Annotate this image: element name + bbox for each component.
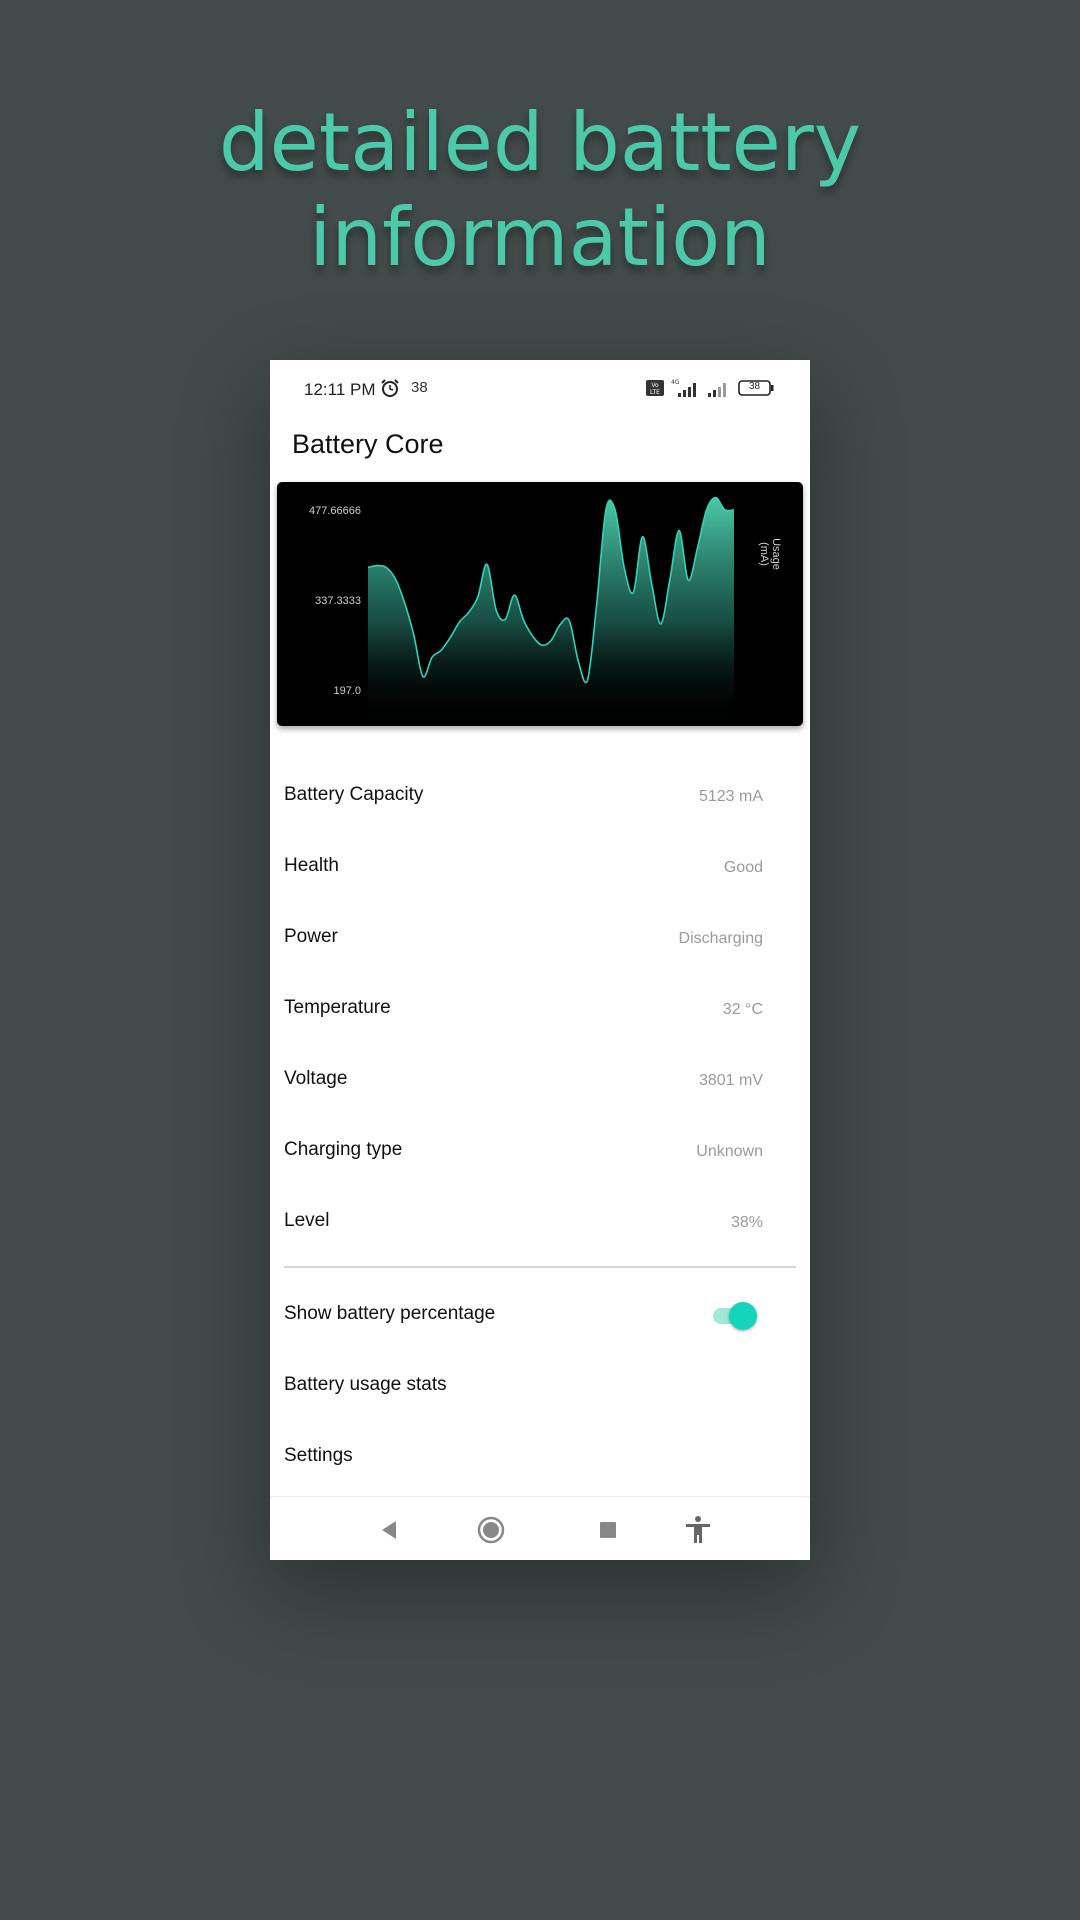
battery-usage-chart: 477.66666 337.3333 197.0 Usage (mA) [277,482,803,726]
battery-info-list: Battery Capacity 5123 mA Health Good Power Di… [270,760,810,1257]
y-axis-ticks: 477.66666 337.3333 197.0 [309,505,361,697]
battery-icon: 38 [738,380,774,396]
phone-screen: 12:11 PM 38 Vo LTE 4G 38 Battery Core 47… [270,360,810,1560]
info-row: Voltage 3801 mV [270,1044,810,1115]
info-row-label: Health [284,855,339,876]
y-axis-label-line-2: (mA) [758,542,770,566]
info-row-label: Temperature [284,997,391,1018]
info-row-value: Unknown [696,1143,763,1160]
home-icon[interactable] [476,1515,506,1545]
info-row-value: 5123 mA [698,788,763,805]
usage-area [368,497,734,726]
alarm-icon [380,378,400,398]
info-row-label: Power [284,926,338,947]
battery-usage-stats-label: Battery usage stats [284,1374,447,1395]
volte-icon: Vo LTE [646,380,664,396]
signal-icon [706,378,732,398]
app-title: Battery Core [292,429,444,459]
y-tick-label: 337.3333 [315,595,361,607]
accessibility-icon[interactable] [683,1515,713,1545]
info-row: Power Discharging [270,902,810,973]
y-tick-label: 477.66666 [309,505,361,517]
info-row-value: 38% [730,1214,763,1231]
info-row: Charging type Unknown [270,1115,810,1186]
settings-label: Settings [284,1445,353,1466]
info-row: Level 38% [270,1186,810,1257]
info-row-label: Battery Capacity [284,784,424,805]
show-battery-percentage-row[interactable]: Show battery percentage [270,1279,810,1350]
settings-list: Show battery percentage Battery usage st… [270,1279,810,1492]
y-axis-label-line-1: Usage [770,538,782,570]
settings-row[interactable]: Settings [270,1421,810,1492]
headline-line-2: information [309,191,771,284]
section-divider [284,1266,796,1268]
navigation-bar [270,1496,810,1561]
signal-4g-icon: 4G [670,378,700,398]
notification-count: 38 [411,379,428,396]
info-row-value: Discharging [678,930,763,947]
info-row: Battery Capacity 5123 mA [270,760,810,831]
info-row-value: 3801 mV [698,1072,763,1089]
battery-level-text: 38 [748,381,761,392]
back-icon[interactable] [374,1515,404,1545]
status-icons: Vo LTE 4G 38 [646,378,774,398]
info-row-label: Level [284,1210,330,1231]
svg-text:4G: 4G [671,379,680,386]
info-row-value: Good [723,859,763,876]
info-row: Temperature 32 °C [270,973,810,1044]
info-row-label: Charging type [284,1139,403,1160]
svg-text:LTE: LTE [650,389,660,396]
battery-percentage-toggle[interactable] [713,1300,761,1330]
headline: detailed battery information [0,95,1080,285]
show-battery-percentage-label: Show battery percentage [284,1303,496,1324]
status-bar: 12:11 PM 38 Vo LTE 4G 38 [270,360,810,418]
info-row-label: Voltage [284,1068,348,1089]
battery-usage-stats-row[interactable]: Battery usage stats [270,1350,810,1421]
status-time: 12:11 PM [304,380,376,399]
svg-text:Vo: Vo [651,382,659,389]
y-tick-label: 197.0 [333,685,361,697]
info-row: Health Good [270,831,810,902]
headline-line-1: detailed battery [218,96,862,189]
toggle-thumb [729,1302,757,1330]
recents-icon[interactable] [593,1515,623,1545]
info-row-value: 32 °C [722,1001,763,1018]
